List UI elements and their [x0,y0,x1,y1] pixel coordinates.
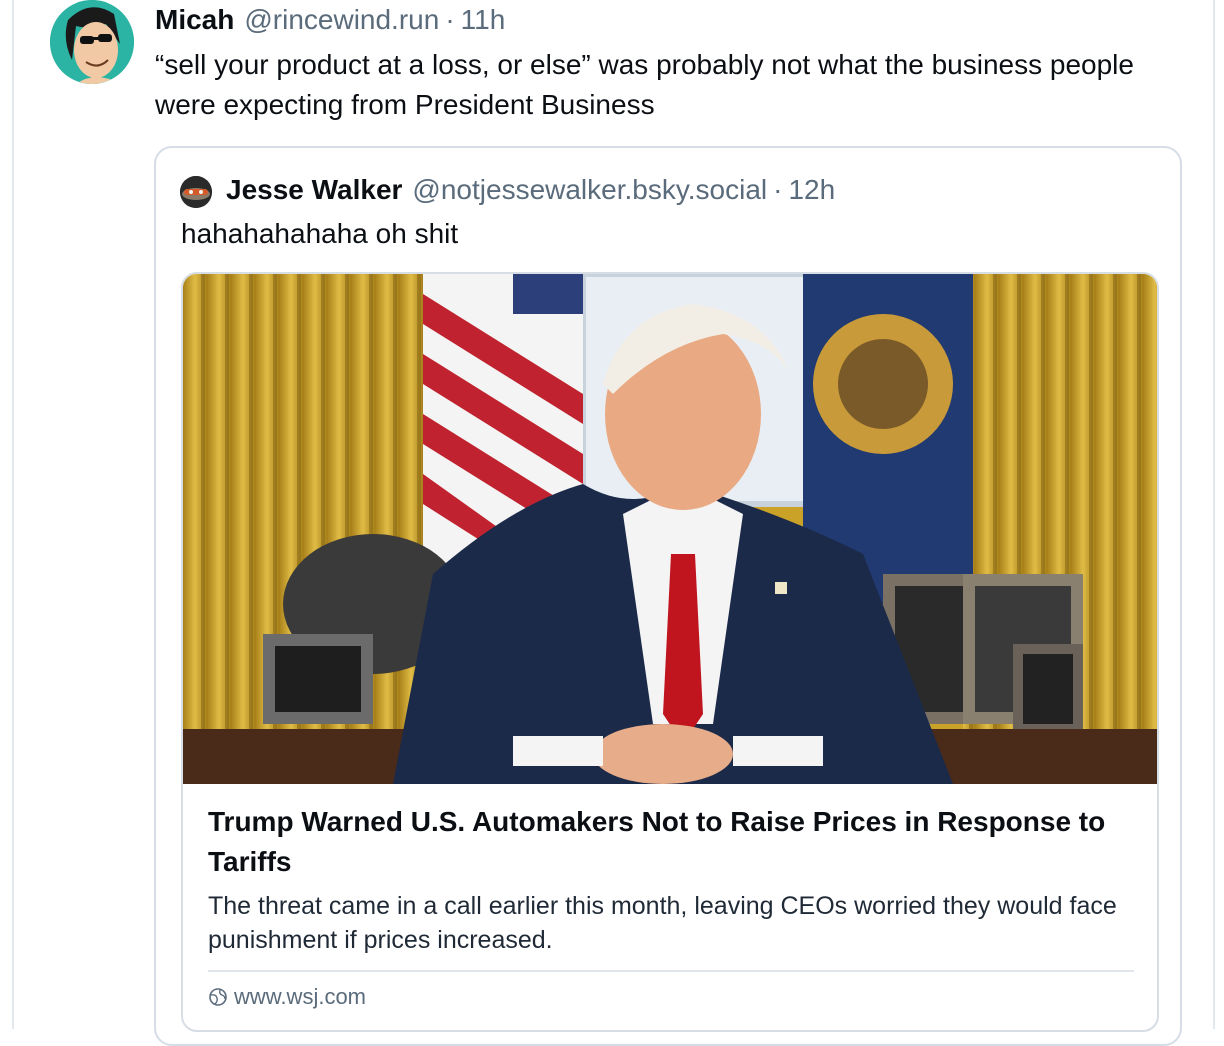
link-title[interactable]: Trump Warned U.S. Automakers Not to Rais… [208,802,1138,882]
quoted-author-avatar[interactable] [180,176,212,208]
quoted-post-card[interactable]: Jesse Walker @notjessewalker.bsky.social… [154,146,1182,1046]
thread-rail-left [12,0,14,1029]
avatar-illustration [50,0,134,84]
quoted-post-text: hahahahahaha oh shit [181,218,459,249]
link-domain-text: www.wsj.com [234,984,367,1009]
quoted-avatar-illustration [180,176,212,208]
quoted-post-timestamp[interactable]: 12h [788,174,835,206]
link-preview-image [183,274,1157,784]
post-timestamp[interactable]: 11h [461,4,506,36]
header-separator: · [445,4,455,35]
link-description: The threat came in a call earlier this m… [208,892,1117,954]
quoted-post-header: Jesse Walker @notjessewalker.bsky.social… [226,174,835,206]
quoted-author-handle[interactable]: @notjessewalker.bsky.social [412,174,767,206]
author-name[interactable]: Micah [155,4,234,36]
post-text: “sell your product at a loss, or else” w… [155,49,1134,120]
post-header: Micah @rincewind.run · 11h [155,4,505,38]
quoted-author-name[interactable]: Jesse Walker [226,174,402,206]
link-preview-card[interactable]: Trump Warned U.S. Automakers Not to Rais… [181,272,1159,1032]
quoted-header-separator: · [773,174,783,205]
link-divider [208,970,1134,972]
thread-rail-right [1213,0,1215,1029]
link-domain[interactable]: www.wsj.com [208,984,366,1010]
author-avatar[interactable] [50,0,134,84]
author-handle[interactable]: @rincewind.run [244,4,439,36]
globe-icon [209,988,227,1006]
